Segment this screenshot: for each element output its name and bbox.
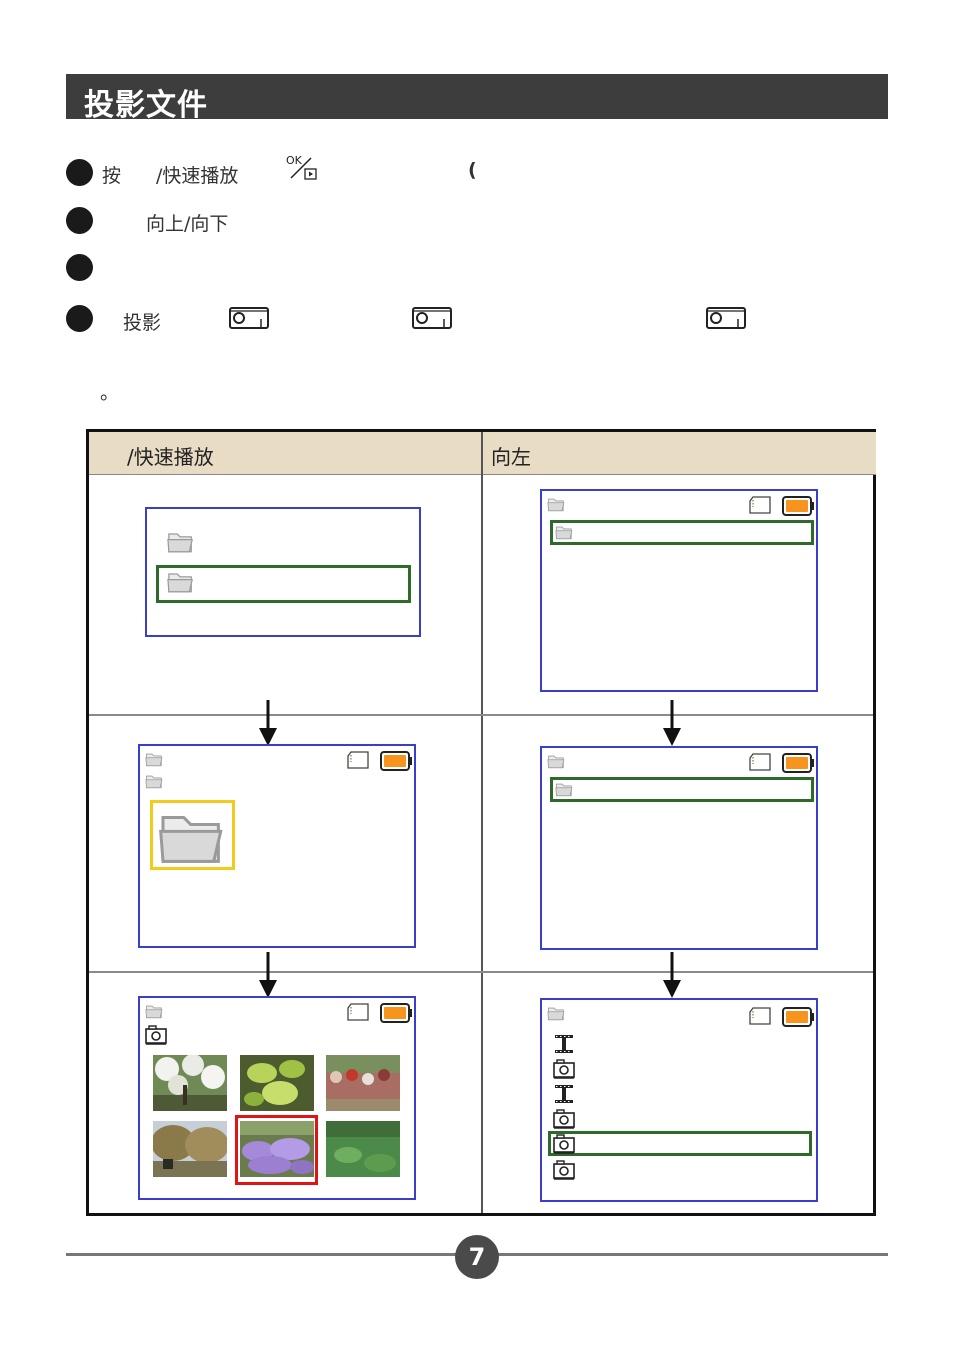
sd-card-icon	[346, 1003, 370, 1021]
battery-icon	[782, 753, 814, 773]
camera-icon[interactable]	[553, 1134, 575, 1154]
step-1-text-b: /快速播放	[156, 165, 239, 187]
folder-icon	[158, 806, 228, 866]
camera-icon	[145, 1025, 167, 1045]
folder-icon	[167, 529, 195, 554]
battery-icon	[380, 1003, 412, 1023]
note-bullet: 。	[100, 382, 120, 404]
projector-icon	[229, 307, 269, 329]
row-divider	[89, 714, 873, 716]
folder-icon	[547, 496, 566, 512]
arrow-down-icon	[258, 700, 278, 746]
table-header-left-label: /快速播放	[127, 445, 214, 469]
camera-icon[interactable]	[553, 1109, 575, 1129]
photo-thumbnail-crowd[interactable]	[326, 1055, 400, 1111]
folder-icon	[145, 1003, 164, 1019]
table-header-right: 向左	[483, 432, 876, 475]
folder-icon	[145, 773, 164, 789]
list-selection-highlight[interactable]	[548, 1131, 812, 1156]
screen-file-list-empty	[540, 489, 818, 692]
procedure-table: /快速播放 向左	[86, 429, 876, 1216]
table-header-left: /快速播放	[89, 432, 481, 475]
page-number: 7	[455, 1235, 499, 1279]
screen-thumbnail-grid	[138, 996, 416, 1200]
ok-icon-label: OK	[286, 154, 303, 167]
screen-file-type-list	[540, 998, 818, 1202]
video-icon[interactable]	[553, 1034, 575, 1054]
projector-icon	[412, 307, 452, 329]
photo-thumbnail-lily-pads[interactable]	[240, 1055, 314, 1111]
camera-icon[interactable]	[553, 1059, 575, 1079]
photo-thumbnail-trees[interactable]	[153, 1121, 227, 1177]
battery-icon	[380, 751, 412, 771]
step-1-badge	[66, 159, 93, 186]
step-2-badge	[66, 207, 93, 234]
list-selection-highlight[interactable]	[550, 520, 814, 545]
sd-card-icon	[346, 751, 370, 769]
step-2-text: 向上/向下	[146, 213, 229, 235]
page-title: 投影文件	[84, 88, 208, 123]
step-3-badge	[66, 254, 93, 281]
screen-folder-open	[138, 744, 416, 948]
sd-card-icon	[748, 753, 772, 771]
screen-folder-list	[145, 507, 421, 637]
sd-card-icon	[748, 1007, 772, 1025]
projector-icon	[706, 307, 746, 329]
folder-icon	[555, 781, 574, 797]
battery-icon	[782, 496, 814, 516]
section-title-bar: 投影文件	[66, 74, 888, 123]
camera-icon[interactable]	[553, 1160, 575, 1180]
arrow-down-icon	[662, 700, 682, 746]
step-4-text: 投影	[123, 312, 162, 334]
arrow-down-icon	[258, 952, 278, 998]
step-1-bracket: (	[468, 159, 477, 181]
video-icon[interactable]	[553, 1084, 575, 1104]
column-divider	[481, 432, 483, 1213]
row-divider	[89, 971, 873, 973]
ok-play-icon: OK	[285, 152, 321, 182]
photo-thumbnail-flowers[interactable]	[153, 1055, 227, 1111]
step-4-badge	[66, 305, 93, 332]
folder-icon[interactable]	[167, 569, 195, 594]
screen-file-list	[540, 746, 818, 950]
step-1-text-a: 按	[102, 165, 122, 187]
folder-icon	[547, 1005, 566, 1021]
photo-thumbnail-pond[interactable]	[326, 1121, 400, 1177]
battery-icon	[782, 1007, 814, 1027]
folder-icon	[145, 751, 164, 767]
photo-thumbnail-purple-flowers[interactable]	[240, 1121, 314, 1177]
table-header-right-label: 向左	[491, 445, 531, 469]
list-selection-highlight[interactable]	[550, 777, 814, 802]
sd-card-icon	[748, 496, 772, 514]
arrow-down-icon	[662, 952, 682, 998]
folder-icon	[547, 753, 566, 769]
folder-icon	[555, 524, 574, 540]
